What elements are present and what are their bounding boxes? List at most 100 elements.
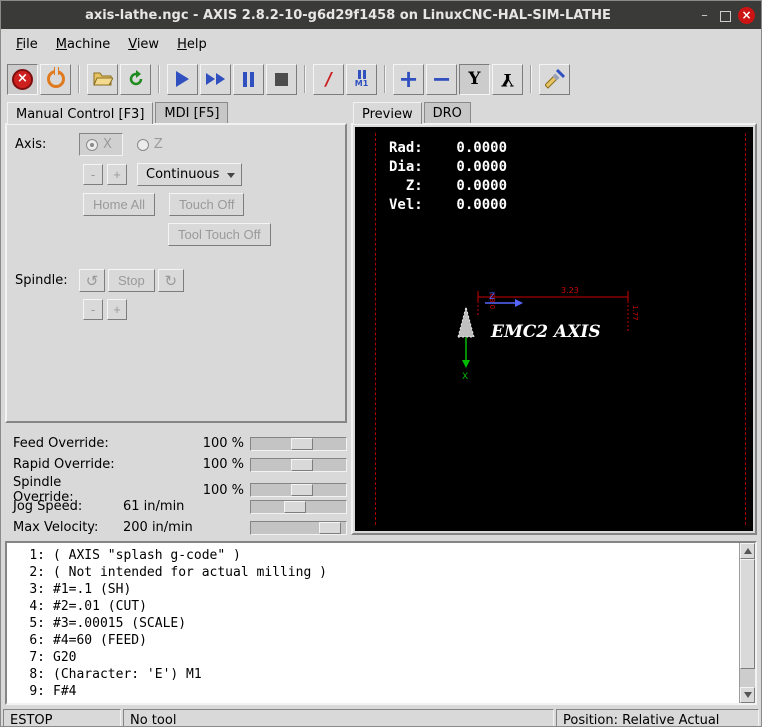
preview-canvas[interactable]: Rad: 0.0000 Dia: 0.0000 Z: 0.0000 Vel: 0… [355, 127, 753, 531]
rapid-override-value: 100 % [123, 457, 250, 472]
menu-view[interactable]: View [119, 32, 168, 57]
slider-handle[interactable] [291, 484, 313, 496]
gcode-line-number: 2: [7, 564, 53, 581]
gcode-line[interactable]: 6:#4=60 (FEED) [7, 632, 735, 649]
pause-button[interactable] [233, 64, 264, 95]
stop-button[interactable] [266, 64, 297, 95]
spindle-reverse-button[interactable]: ↺ [79, 269, 105, 292]
toolbar-separator [78, 65, 80, 93]
gcode-line-number: 1: [7, 547, 53, 564]
gcode-lines: 1:( AXIS "splash g-code" ) 2:( Not inten… [7, 543, 755, 700]
dro-z: Z: 0.0000 [389, 177, 507, 196]
gcode-line[interactable]: 9:F#4 [7, 683, 735, 700]
scrollbar-thumb[interactable] [740, 559, 755, 669]
menu-file[interactable]: File [7, 32, 47, 57]
tool-touch-off-button[interactable]: Tool Touch Off [168, 223, 271, 246]
gcode-line[interactable]: 7:G20 [7, 649, 735, 666]
gcode-line[interactable]: 8:(Character: 'E') M1 [7, 666, 735, 683]
dro-readout: Rad: 0.0000 Dia: 0.0000 Z: 0.0000 Vel: 0… [389, 139, 507, 215]
tab-dro[interactable]: DRO [424, 102, 471, 123]
gcode-line[interactable]: 4:#2=.01 (CUT) [7, 598, 735, 615]
scroll-up-button[interactable] [740, 543, 755, 559]
run-icon [176, 71, 189, 87]
zoom-out-button[interactable]: − [426, 64, 457, 95]
tab-mdi[interactable]: MDI [F5] [155, 102, 228, 123]
menubar: File Machine View Help [1, 29, 761, 59]
axis-x-radio[interactable]: X [79, 133, 123, 156]
jog-minus-button[interactable]: - [83, 164, 103, 185]
spindle-label: Spindle: [15, 273, 79, 288]
left-tabrow: Manual Control [F3] MDI [F5] [5, 99, 347, 123]
gcode-line[interactable]: 5:#3=.00015 (SCALE) [7, 615, 735, 632]
splash-logo-text: EMC2 AXIS [490, 322, 601, 342]
jog-speed-slider[interactable] [250, 500, 347, 514]
machine-power-button[interactable] [40, 64, 71, 95]
slider-handle[interactable] [284, 501, 306, 513]
toolbar-separator [384, 65, 386, 93]
axis-z-radio[interactable]: Z [137, 137, 163, 152]
clear-plot-button[interactable] [539, 64, 570, 95]
close-button[interactable]: × [738, 7, 755, 24]
step-button[interactable] [200, 64, 231, 95]
skip-lines-button[interactable]: / [313, 64, 344, 95]
slider-handle[interactable] [291, 459, 313, 471]
spindle-stop-button[interactable]: Stop [108, 269, 155, 292]
stop-icon [275, 73, 288, 86]
gcode-line[interactable]: 2:( Not intended for actual milling ) [7, 564, 735, 581]
menu-help[interactable]: Help [168, 32, 216, 57]
clear-plot-brush-icon [545, 69, 565, 89]
step-icon [206, 73, 225, 85]
jog-speed-value: 61 in/min [123, 499, 250, 514]
app-window: axis-lathe.ngc - AXIS 2.8.2-10-g6d29f145… [0, 0, 762, 727]
feed-override-slider[interactable] [250, 437, 347, 451]
jog-mode-dropdown[interactable]: Continuous [137, 163, 242, 186]
minimize-button[interactable]: – [696, 7, 713, 24]
optional-pause-button[interactable]: M1 [346, 64, 377, 95]
rapid-override-slider[interactable] [250, 458, 347, 472]
estop-button[interactable]: × [7, 64, 38, 95]
open-file-icon [93, 71, 113, 87]
spindle-forward-button[interactable]: ↻ [158, 269, 184, 292]
reload-button[interactable] [120, 64, 151, 95]
open-file-button[interactable] [87, 64, 118, 95]
tab-preview[interactable]: Preview [353, 102, 422, 124]
max-velocity-slider[interactable] [250, 521, 347, 535]
spindle-minus-button[interactable]: - [83, 299, 103, 320]
arrow-down-icon [744, 692, 752, 698]
splash-plot: 3.23 0.80 1.77 Z X [443, 275, 653, 393]
scroll-down-button[interactable] [740, 687, 755, 703]
gcode-line-number: 9: [7, 683, 53, 700]
dim-right-label: 1.77 [631, 305, 639, 321]
gcode-line[interactable]: 3:#1=.1 (SH) [7, 581, 735, 598]
view-y-flipped-button[interactable]: Y [492, 64, 523, 95]
zoom-in-button[interactable]: + [393, 64, 424, 95]
maximize-button[interactable] [720, 11, 731, 22]
tool-cone-icon [458, 307, 474, 337]
spindle-plus-button[interactable]: + [107, 299, 127, 320]
jog-plus-button[interactable]: + [107, 164, 127, 185]
gcode-line-number: 3: [7, 581, 53, 598]
view-y-button[interactable]: Y [459, 64, 490, 95]
jog-mode-value: Continuous [146, 167, 219, 182]
gcode-scrollbar[interactable] [739, 543, 755, 703]
zoom-out-icon: − [431, 69, 451, 89]
menu-machine[interactable]: Machine [47, 32, 119, 57]
statusbar: ESTOP No tool Position: Relative Actual [3, 709, 759, 727]
spindle-speed-row: - + [83, 299, 337, 320]
gcode-line-text: #2=.01 (CUT) [53, 598, 735, 615]
spindle-override-slider[interactable] [250, 483, 347, 497]
slider-handle[interactable] [291, 438, 313, 450]
main-area: Manual Control [F3] MDI [F5] Axis: X Z [1, 99, 761, 535]
run-button[interactable] [167, 64, 198, 95]
toolbar-separator [158, 65, 160, 93]
tab-manual-control[interactable]: Manual Control [F3] [7, 102, 153, 124]
rapid-override-row: Rapid Override: 100 % [13, 454, 347, 475]
window-title: axis-lathe.ngc - AXIS 2.8.2-10-g6d29f145… [7, 8, 689, 23]
home-all-button[interactable]: Home All [83, 193, 155, 216]
touch-off-button[interactable]: Touch Off [169, 193, 244, 216]
jog-row: - + Continuous [83, 163, 337, 186]
spindle-override-value: 100 % [123, 483, 250, 498]
gcode-line[interactable]: 1:( AXIS "splash g-code" ) [7, 547, 735, 564]
gcode-line-text: ( AXIS "splash g-code" ) [53, 547, 735, 564]
slider-handle[interactable] [319, 522, 341, 534]
